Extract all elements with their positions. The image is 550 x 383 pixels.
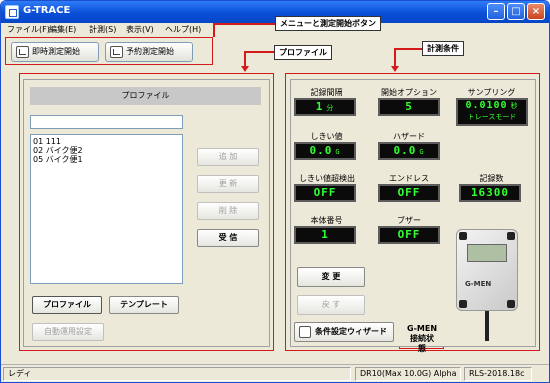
wizard-button[interactable]: 条件設定ウィザード [294, 322, 394, 342]
param-label: ハザード [393, 132, 425, 141]
window-title: G-TRACE [23, 5, 71, 16]
lcd-value: 1 [315, 100, 324, 113]
minimize-button[interactable]: – [487, 3, 505, 20]
lcd-value: 0.0100 [465, 100, 508, 111]
device-corner [507, 232, 515, 240]
profile-list[interactable]: 01 111 02 バイク便2 05 バイク便1 [30, 134, 183, 284]
lcd-value: 5 [405, 100, 413, 113]
lcd-display: OFF [378, 226, 440, 244]
device-corner [507, 300, 515, 308]
lcd-unit: 分 [326, 104, 335, 112]
list-item[interactable]: 01 111 [31, 137, 182, 146]
lcd-display: 0.0100 秒 トレースモード [456, 98, 528, 126]
device-brand: G-MEN [465, 280, 492, 288]
lcd-value: OFF [397, 228, 421, 241]
param-label: ブザー [397, 216, 421, 225]
menu-view[interactable]: 表示(V) [126, 24, 154, 35]
menu-file[interactable]: ファイル(F) [7, 24, 50, 35]
device-screen [467, 244, 507, 262]
lcd-sub: トレースモード [467, 113, 517, 121]
lcd-value: 0.0 [309, 144, 333, 157]
app-icon [5, 5, 19, 19]
close-button[interactable]: × [527, 3, 545, 20]
auto-operation-button[interactable]: 自動運用設定 [32, 323, 104, 341]
profile-callout: プロファイル [274, 45, 332, 60]
param-label: 開始オプション [381, 88, 437, 97]
param-label: 記録間隔 [310, 88, 343, 97]
lcd-unit: G [335, 148, 341, 156]
param-label: しきい値超検出 [299, 174, 355, 183]
template-button[interactable]: テンプレート [109, 296, 179, 314]
callout-connector [394, 48, 422, 50]
status-version: RLS-2018.18c [464, 367, 532, 381]
conditions-callout: 計測条件 [422, 41, 464, 56]
wizard-icon [299, 326, 311, 338]
menu-toolbar-highlight [5, 37, 213, 65]
lcd-display: 5 [378, 98, 440, 116]
gmen-device-image: G-MEN [456, 229, 518, 311]
menu-toolbar-callout: メニューと測定開始ボタン [275, 16, 381, 31]
param-label: 記録数 [479, 174, 504, 183]
receive-button[interactable]: 受 信 [197, 229, 259, 247]
lcd-display: 0.0 G [378, 142, 440, 160]
profile-panel-title: プロファイル [30, 87, 261, 105]
param-label: エンドレス [389, 174, 429, 183]
status-ready: レディ [3, 367, 351, 381]
callout-connector [244, 51, 274, 53]
lcd-display: 16300 [459, 184, 521, 202]
callout-connector [213, 23, 215, 37]
lcd-value: 0.0 [393, 144, 417, 157]
lcd-unit: 秒 [510, 102, 519, 110]
lcd-display: OFF [378, 184, 440, 202]
menu-help[interactable]: ヘルプ(H) [165, 24, 201, 35]
profile-button[interactable]: プロファイル [32, 296, 102, 314]
param-label: 本体番号 [310, 216, 343, 225]
list-item[interactable]: 05 バイク便1 [31, 155, 182, 164]
lcd-display: 0.0 G [294, 142, 356, 160]
lcd-value: 1 [321, 228, 329, 241]
arrow-down-icon [241, 66, 249, 72]
lcd-value: OFF [397, 186, 421, 199]
callout-connector [244, 51, 246, 67]
lcd-value: OFF [313, 186, 337, 199]
param-label: しきい値 [310, 132, 343, 141]
change-button[interactable]: 変 更 [297, 267, 365, 287]
profile-name-input[interactable] [30, 115, 183, 129]
update-button[interactable]: 更 新 [197, 175, 259, 193]
lcd-display: 1 [294, 226, 356, 244]
menu-measure[interactable]: 計測(S) [89, 24, 116, 35]
revert-button[interactable]: 戻 す [297, 295, 365, 315]
param-label: サンプリング [467, 88, 516, 97]
status-bar: レディ DR10(Max 10.0G) Alpha RLS-2018.18c [1, 364, 549, 382]
device-corner [459, 232, 467, 240]
lcd-display: OFF [294, 184, 356, 202]
arrow-down-icon [391, 66, 399, 72]
add-button[interactable]: 追 加 [197, 148, 259, 166]
device-corner [459, 300, 467, 308]
status-model: DR10(Max 10.0G) Alpha [355, 367, 461, 381]
app-window: G-TRACE – □ × ファイル(F) 編集(E) 計測(S) 表示(V) … [0, 0, 550, 383]
wizard-label: 条件設定ウィザード [315, 327, 387, 336]
menu-edit[interactable]: 編集(E) [49, 24, 76, 35]
lcd-unit: G [419, 148, 425, 156]
maximize-button[interactable]: □ [507, 3, 525, 20]
callout-connector [394, 48, 396, 67]
list-item[interactable]: 02 バイク便2 [31, 146, 182, 155]
lcd-display: 1分 [294, 98, 356, 116]
device-cable [485, 311, 489, 341]
delete-button[interactable]: 削 除 [197, 202, 259, 220]
gmen-status-label: G-MEN 接続状態 [407, 324, 438, 353]
callout-connector [213, 23, 275, 25]
lcd-value: 16300 [470, 186, 510, 199]
